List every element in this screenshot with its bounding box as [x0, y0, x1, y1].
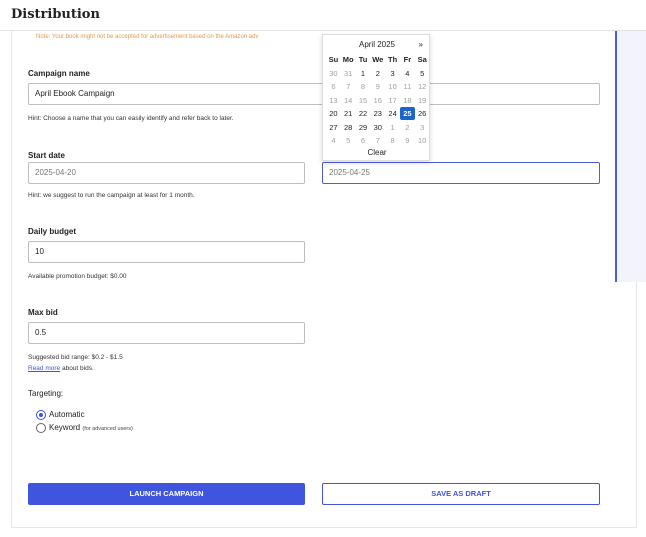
day-cell[interactable]: 1 [356, 67, 371, 80]
day-cell[interactable]: 28 [341, 121, 356, 134]
date-hint: Hint: we suggest to run the campaign at … [28, 192, 195, 199]
day-cell[interactable]: 13 [326, 94, 341, 107]
date-picker-month[interactable]: April 2025 [323, 40, 431, 49]
weekday-label: Sa [417, 55, 427, 64]
day-cell[interactable]: 5 [341, 134, 356, 147]
max-bid-input[interactable]: 0.5 [28, 322, 305, 344]
side-panel [615, 31, 646, 282]
keyword-option-label[interactable]: Keyword (for advanced users) [49, 423, 133, 432]
weekday-label: Su [328, 55, 339, 64]
campaign-name-hint: Hint: Choose a name that you can easily … [28, 115, 234, 122]
day-cell[interactable]: 31 [341, 67, 356, 80]
end-date-input[interactable]: 2025-04-25 [322, 162, 600, 184]
day-cell[interactable]: 23 [370, 107, 385, 120]
day-cell[interactable]: 9 [370, 80, 385, 93]
keyword-option-text: Keyword [49, 423, 81, 432]
weekday-label: Mo [342, 55, 354, 64]
week-row: 6 7 8 9 10 11 12 [326, 80, 430, 94]
day-cell[interactable]: 12 [415, 80, 430, 93]
day-cell[interactable]: 4 [400, 67, 415, 80]
weekday-label: Th [388, 55, 398, 64]
campaign-name-label: Campaign name [28, 69, 90, 78]
keyword-option-note: (for advanced users) [82, 426, 133, 432]
available-budget-text: Available promotion budget: $0.00 [28, 273, 127, 280]
day-cell[interactable]: 7 [370, 134, 385, 147]
keyword-radio[interactable] [36, 423, 46, 433]
date-picker-popup: April 2025 » Su Mo Tu We Th Fr Sa 30 31 1 2 3 4 5 6 7 8 9… [322, 34, 430, 161]
day-cell[interactable]: 9 [400, 134, 415, 147]
day-cell[interactable]: 30 [370, 121, 385, 134]
read-more-line: Read more about bids. [28, 365, 94, 372]
save-as-draft-button[interactable]: SAVE AS DRAFT [322, 483, 600, 505]
day-cell[interactable]: 8 [385, 134, 400, 147]
day-cell[interactable]: 19 [415, 94, 430, 107]
day-cell[interactable]: 6 [326, 80, 341, 93]
week-row: 4 5 6 7 8 9 10 [326, 134, 430, 148]
day-cell[interactable]: 1 [385, 121, 400, 134]
day-cell[interactable]: 10 [415, 134, 430, 147]
day-cell[interactable]: 2 [400, 121, 415, 134]
page-title: Distribution [11, 7, 100, 22]
weekday-label: Fr [403, 55, 412, 64]
week-row: 27 28 29 30 1 2 3 [326, 121, 430, 135]
week-row: 30 31 1 2 3 4 5 [326, 67, 430, 81]
day-cell[interactable]: 3 [415, 121, 430, 134]
launch-campaign-button[interactable]: LAUNCH CAMPAIGN [28, 483, 305, 505]
day-cell[interactable]: 2 [370, 67, 385, 80]
day-cell[interactable]: 10 [385, 80, 400, 93]
day-cell[interactable]: 20 [326, 107, 341, 120]
read-more-link[interactable]: Read more [28, 365, 60, 372]
day-cell[interactable]: 16 [370, 94, 385, 107]
start-date-input[interactable]: 2025-04-20 [28, 162, 305, 184]
day-cell[interactable]: 30 [326, 67, 341, 80]
week-row: 13 14 15 16 17 18 19 [326, 94, 430, 108]
weekday-label: We [372, 55, 384, 64]
day-cell[interactable]: 11 [400, 80, 415, 93]
campaign-name-input[interactable]: April Ebook Campaign [28, 83, 600, 105]
next-month-button[interactable]: » [419, 40, 423, 49]
selected-day[interactable]: 25 [399, 107, 415, 120]
day-cell[interactable]: 18 [400, 94, 415, 107]
weekday-label: Tu [358, 55, 368, 64]
day-cell[interactable]: 7 [341, 80, 356, 93]
day-cell[interactable]: 29 [356, 121, 371, 134]
top-bar: Distribution [0, 0, 646, 31]
day-cell[interactable]: 14 [341, 94, 356, 107]
day-cell[interactable]: 8 [356, 80, 371, 93]
targeting-label: Targeting: [28, 389, 64, 398]
max-bid-label: Max bid [28, 308, 58, 317]
day-cell[interactable]: 24 [385, 107, 400, 120]
bid-range-hint: Suggested bid range: $0.2 - $1.5 [28, 354, 123, 361]
day-cell[interactable]: 17 [385, 94, 400, 107]
automatic-option-label[interactable]: Automatic [49, 410, 85, 419]
day-cell[interactable]: 3 [385, 67, 400, 80]
weekday-header-row: Su Mo Tu We Th Fr Sa [326, 53, 430, 67]
day-cell[interactable]: 6 [356, 134, 371, 147]
date-picker-grid: Su Mo Tu We Th Fr Sa 30 31 1 2 3 4 5 6 7 8 9 10 11 12 13 14 15 1… [326, 53, 430, 148]
day-cell[interactable]: 4 [326, 134, 341, 147]
day-cell[interactable]: 27 [326, 121, 341, 134]
daily-budget-label: Daily budget [28, 227, 77, 236]
start-date-label: Start date [28, 151, 65, 160]
day-cell[interactable]: 5 [415, 67, 430, 80]
read-more-suffix: about bids. [60, 365, 94, 372]
daily-budget-input[interactable]: 10 [28, 241, 305, 263]
day-cell[interactable]: 26 [415, 107, 430, 120]
advertisement-note: Note: Your book might not be accepted fo… [36, 34, 259, 40]
day-cell[interactable]: 21 [341, 107, 356, 120]
week-row: 20 21 22 23 24 25 26 [326, 107, 430, 121]
automatic-radio[interactable] [36, 410, 46, 420]
day-cell[interactable]: 22 [356, 107, 371, 120]
day-cell[interactable]: 15 [356, 94, 371, 107]
date-picker-clear-button[interactable]: Clear [323, 148, 431, 157]
